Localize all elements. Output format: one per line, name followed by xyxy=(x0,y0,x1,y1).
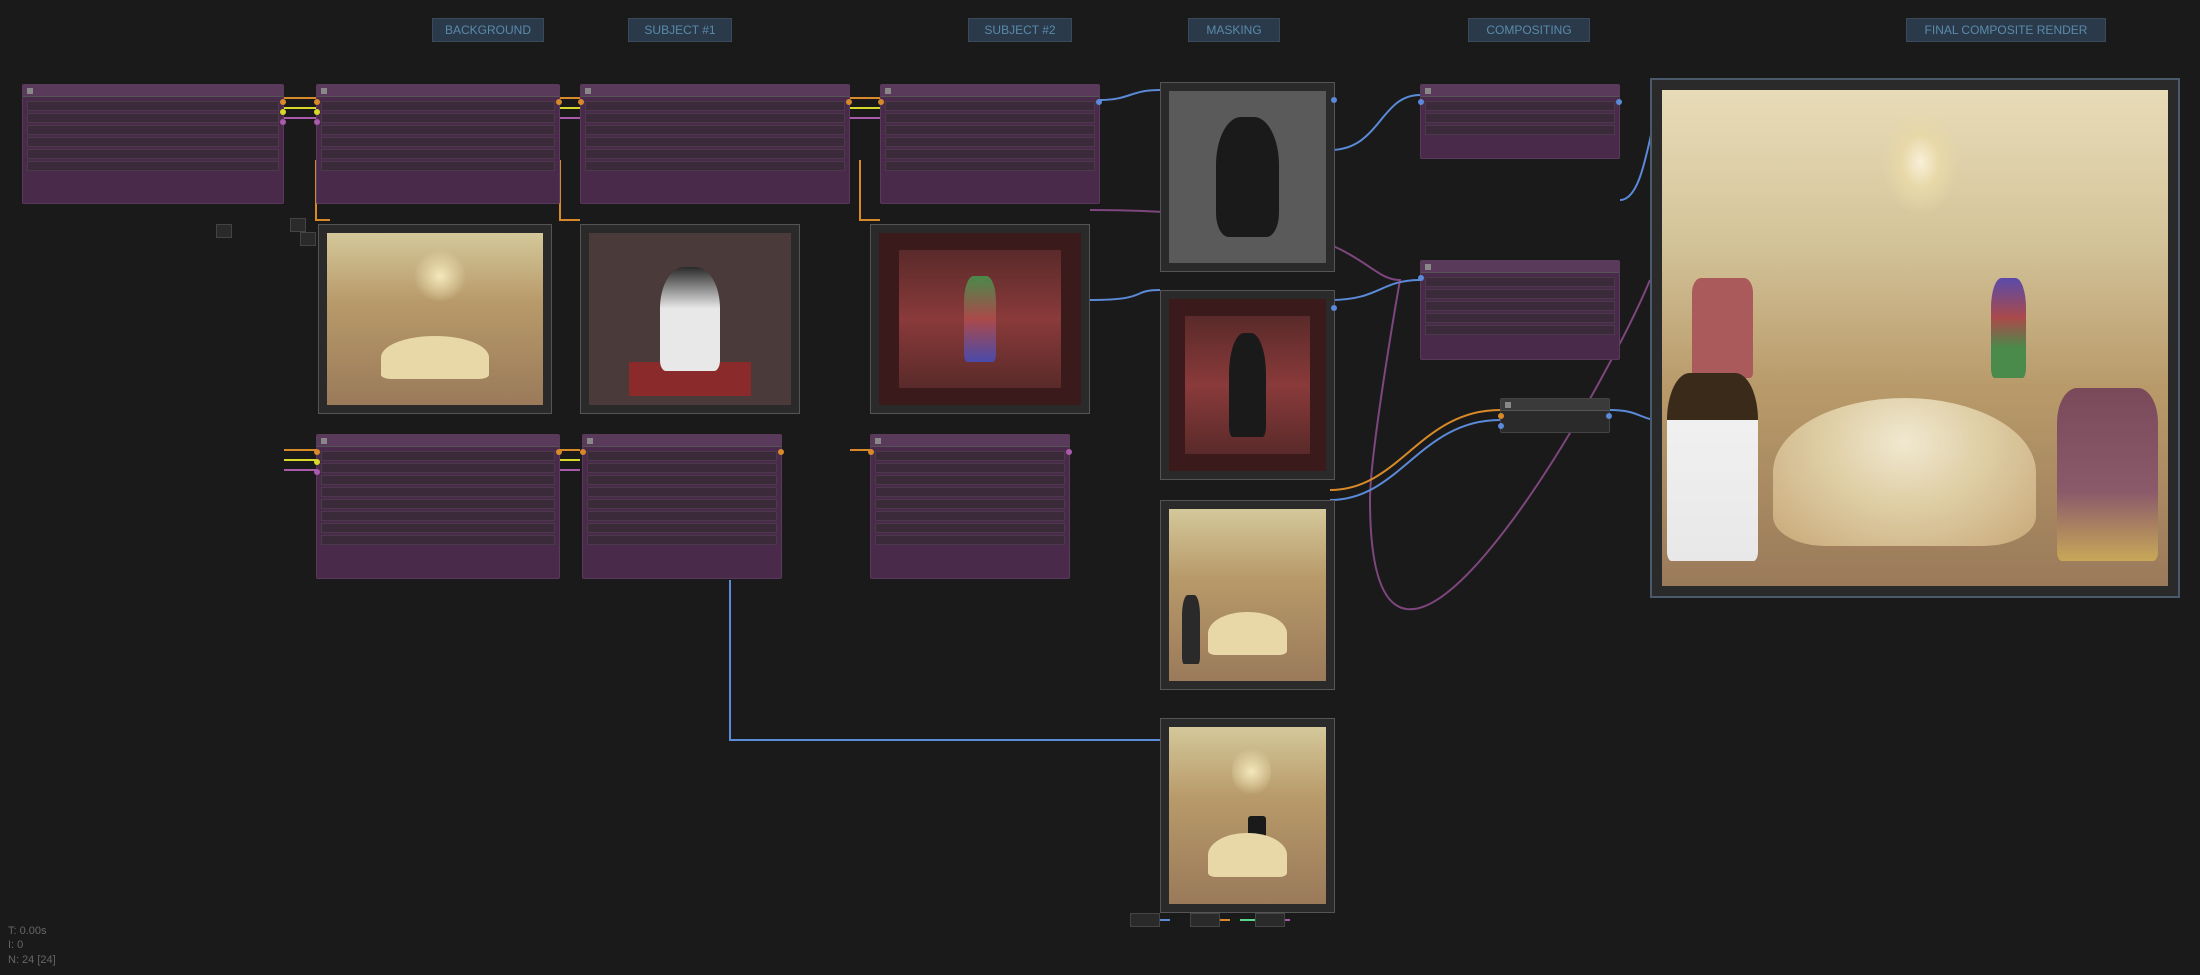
queen-figure xyxy=(1667,373,1758,561)
prompt-node-subject1[interactable] xyxy=(580,84,850,204)
throne-background xyxy=(1692,278,1753,377)
mini-connector-2[interactable] xyxy=(1190,913,1220,927)
final-output-node[interactable] xyxy=(1650,78,2180,598)
composite-preview-jester[interactable] xyxy=(1160,718,1335,913)
composite-merge-node[interactable] xyxy=(1500,398,1610,433)
node-graph-canvas[interactable]: BACKGROUND SUBJECT #1 SUBJECT #2 MASKING… xyxy=(0,0,2200,975)
composite-settings-1[interactable] xyxy=(1420,84,1620,159)
reroute-2[interactable] xyxy=(290,218,306,232)
model-node-1[interactable] xyxy=(22,84,284,204)
sampler-node-3[interactable] xyxy=(870,434,1070,579)
mini-connector-3[interactable] xyxy=(1255,913,1285,927)
preview-background[interactable] xyxy=(318,224,552,414)
reroute-3[interactable] xyxy=(300,232,316,246)
stat-nodes: N: 24 [24] xyxy=(8,953,56,967)
sampler-node-2[interactable] xyxy=(582,434,782,579)
preview-jester[interactable] xyxy=(870,224,1090,414)
section-label-compositing: COMPOSITING xyxy=(1468,18,1590,42)
stat-iterations: I: 0 xyxy=(8,938,56,952)
jester-preview-image xyxy=(879,233,1081,405)
stat-time: T: 0.00s xyxy=(8,924,56,938)
composite-queen-image xyxy=(1169,509,1326,681)
composite-preview-queen[interactable] xyxy=(1160,500,1335,690)
final-composite-image xyxy=(1662,90,2168,586)
section-label-subject2: SUBJECT #2 xyxy=(968,18,1072,42)
ballroom-preview-image xyxy=(327,233,543,405)
mini-connector-1[interactable] xyxy=(1130,913,1160,927)
section-label-final: FINAL COMPOSITE RENDER xyxy=(1906,18,2106,42)
mask-preview-queen[interactable] xyxy=(1160,82,1335,272)
preview-queen[interactable] xyxy=(580,224,800,414)
queen-preview-image xyxy=(589,233,791,405)
graph-stats: T: 0.00s I: 0 N: 24 [24] xyxy=(8,924,56,967)
composite-jester-image xyxy=(1169,727,1326,904)
composite-settings-2[interactable] xyxy=(1420,260,1620,360)
section-label-background: BACKGROUND xyxy=(432,18,544,42)
jester-mask-image xyxy=(1169,299,1326,471)
chair-right xyxy=(2057,388,2158,562)
queen-mask-image xyxy=(1169,91,1326,263)
jester-figure xyxy=(1991,278,2026,377)
sampler-node-1[interactable] xyxy=(316,434,560,579)
prompt-node-background[interactable] xyxy=(316,84,560,204)
prompt-node-subject2[interactable] xyxy=(880,84,1100,204)
feast-table xyxy=(1773,398,2036,547)
reroute-1[interactable] xyxy=(216,224,232,238)
section-label-subject1: SUBJECT #1 xyxy=(628,18,732,42)
section-label-masking: MASKING xyxy=(1188,18,1280,42)
chandelier-element xyxy=(1875,100,1966,224)
mask-preview-jester[interactable] xyxy=(1160,290,1335,480)
